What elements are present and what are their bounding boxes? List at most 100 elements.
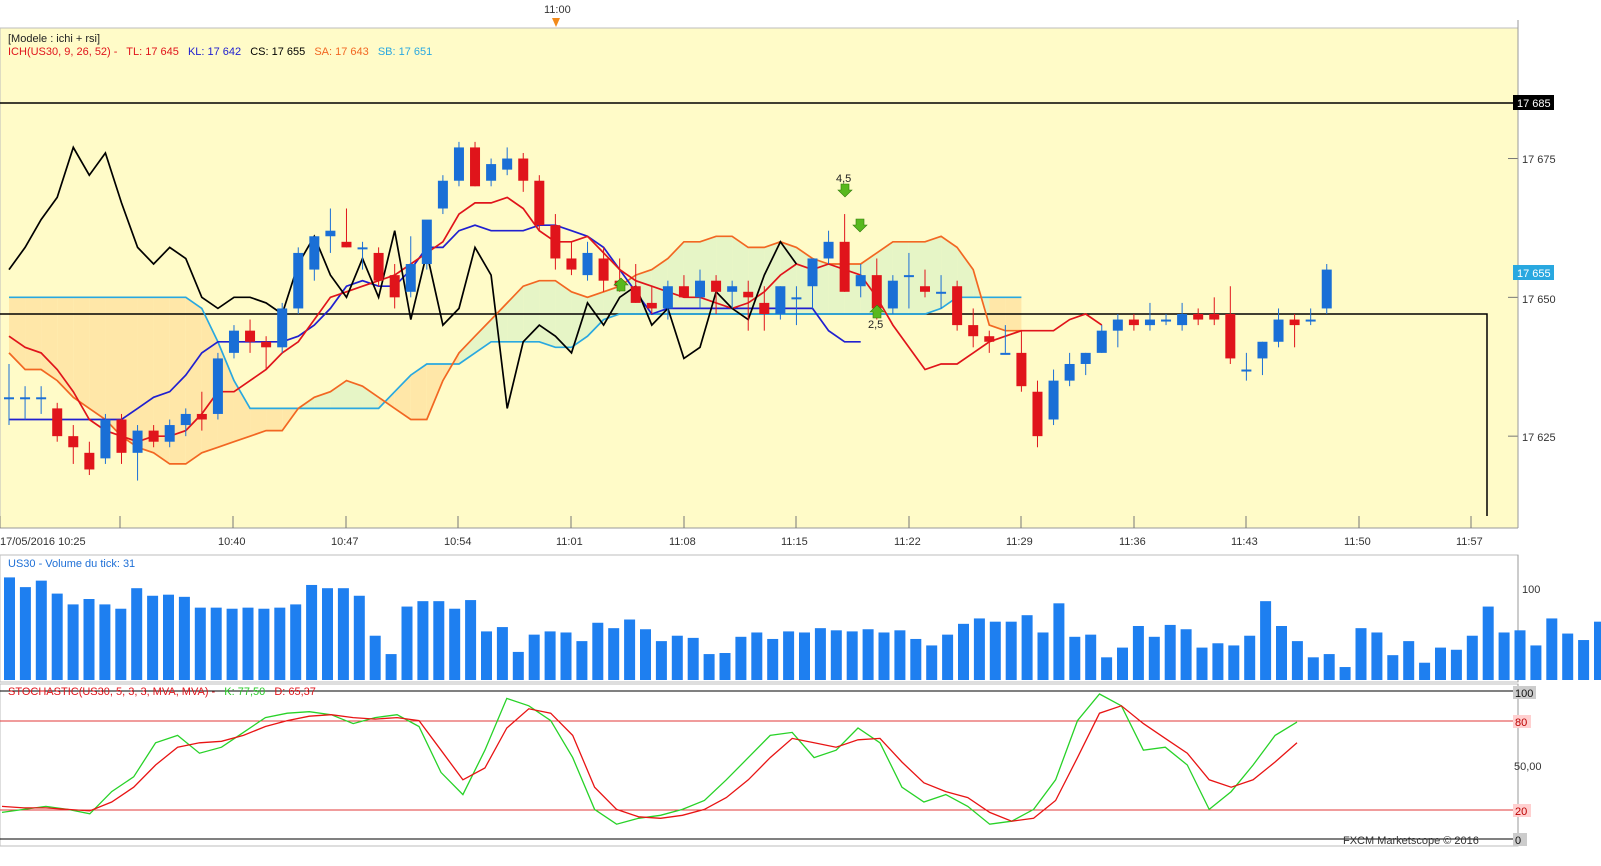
candle-body[interactable] [936,291,947,294]
candle-body[interactable] [1000,352,1011,355]
candle-body[interactable] [1177,314,1188,326]
candle-body[interactable] [1305,319,1316,322]
volume-bar [926,645,938,680]
marker-label-up: 4,5 [836,173,851,185]
candle-body[interactable] [1241,369,1252,372]
candle-body[interactable] [486,164,497,181]
cloud-segment [25,297,42,370]
candle-body[interactable] [759,302,770,314]
candle-body[interactable] [309,236,320,270]
candle-body[interactable] [325,230,336,237]
candle-body[interactable] [1209,314,1220,320]
candle-body[interactable] [919,286,930,292]
candle-body[interactable] [678,286,689,298]
candle-body[interactable] [373,252,384,281]
candle-body[interactable] [228,330,239,353]
candle-body[interactable] [839,241,850,292]
candle-body[interactable] [550,225,561,259]
volume-bar [783,631,795,680]
candle-body[interactable] [261,341,272,348]
candle-body[interactable] [293,252,304,309]
candle-body[interactable] [984,336,995,342]
candle-body[interactable] [180,413,191,426]
candle-body[interactable] [855,275,866,287]
candle-body[interactable] [1112,319,1123,331]
volume-bar [1101,657,1113,680]
candle-body[interactable] [887,280,898,309]
volume-bar [1594,621,1601,680]
candle-body[interactable] [1064,363,1075,381]
candle-body[interactable] [775,286,786,314]
candle-body[interactable] [807,258,818,287]
current-time-marker-icon [552,18,560,27]
candle-body[interactable] [52,408,63,437]
volume-bar [51,593,63,680]
candle-body[interactable] [1193,314,1204,320]
candle-body[interactable] [405,264,416,292]
candle-body[interactable] [727,286,738,292]
volume-bar [337,588,349,680]
time-label: 17/05/2016 10:25 [0,536,86,548]
candle-body[interactable] [437,180,448,209]
candle-body[interactable] [646,302,657,309]
candle-body[interactable] [791,297,802,300]
candle-body[interactable] [196,413,207,420]
candle-body[interactable] [1080,352,1091,364]
candle-body[interactable] [1032,391,1043,437]
candle-body[interactable] [968,325,979,337]
candle-body[interactable] [1161,319,1172,322]
volume-bar [1307,657,1319,680]
candle-body[interactable] [518,158,529,181]
candle-body[interactable] [116,419,127,453]
candle-body[interactable] [20,397,31,400]
candle-body[interactable] [711,280,722,292]
candle-body[interactable] [148,430,159,442]
candle-body[interactable] [245,330,256,342]
candle-body[interactable] [598,258,609,281]
candle-body[interactable] [952,286,963,326]
volume-panel[interactable]: US30 - Volume du tick: 31 100 [0,554,1601,683]
candle-body[interactable] [630,286,641,303]
candle-body[interactable] [341,241,352,248]
candle-body[interactable] [1096,330,1107,353]
candle-body[interactable] [502,158,513,170]
candle-body[interactable] [277,308,288,348]
candle-body[interactable] [36,397,47,400]
volume-bar [131,588,143,680]
stochastic-k-label: K: 77,50 [224,686,265,698]
candle-body[interactable] [212,358,223,414]
candle-body[interactable] [357,247,368,250]
candle-body[interactable] [453,147,464,181]
candle-body[interactable] [1225,314,1236,359]
price-panel[interactable]: 4,5 2,5 [0,27,1519,529]
candle-body[interactable] [1128,319,1139,326]
candle-body[interactable] [534,180,545,226]
candle-body[interactable] [1144,319,1155,326]
candle-body[interactable] [1016,352,1027,387]
candle-body[interactable] [695,280,706,298]
candle-body[interactable] [903,275,914,278]
candle-body[interactable] [4,397,14,400]
candle-body[interactable] [566,258,577,270]
time-label: 11:57 [1456,536,1483,548]
time-label: 11:29 [1006,536,1033,548]
candle-body[interactable] [1257,341,1268,359]
candle-body[interactable] [1321,269,1332,309]
candle-body[interactable] [743,291,754,298]
candle-body[interactable] [582,252,593,276]
candle-body[interactable] [132,430,143,453]
candle-body[interactable] [1273,319,1284,342]
candle-body[interactable] [100,419,111,459]
candle-body[interactable] [68,436,79,448]
candle-body[interactable] [84,452,95,470]
stochastic-panel[interactable]: STOCHASTIC(US30, 5, 3, 3, MVA, MVA) - K:… [0,683,1542,847]
candle-body[interactable] [871,275,882,309]
candle-body[interactable] [1289,319,1300,326]
candle-body[interactable] [823,241,834,259]
candle-body[interactable] [164,425,175,442]
candle-body[interactable] [662,286,673,309]
candle-body[interactable] [421,219,432,265]
candle-body[interactable] [389,275,400,298]
candle-body[interactable] [470,147,481,187]
candle-body[interactable] [1048,380,1059,420]
